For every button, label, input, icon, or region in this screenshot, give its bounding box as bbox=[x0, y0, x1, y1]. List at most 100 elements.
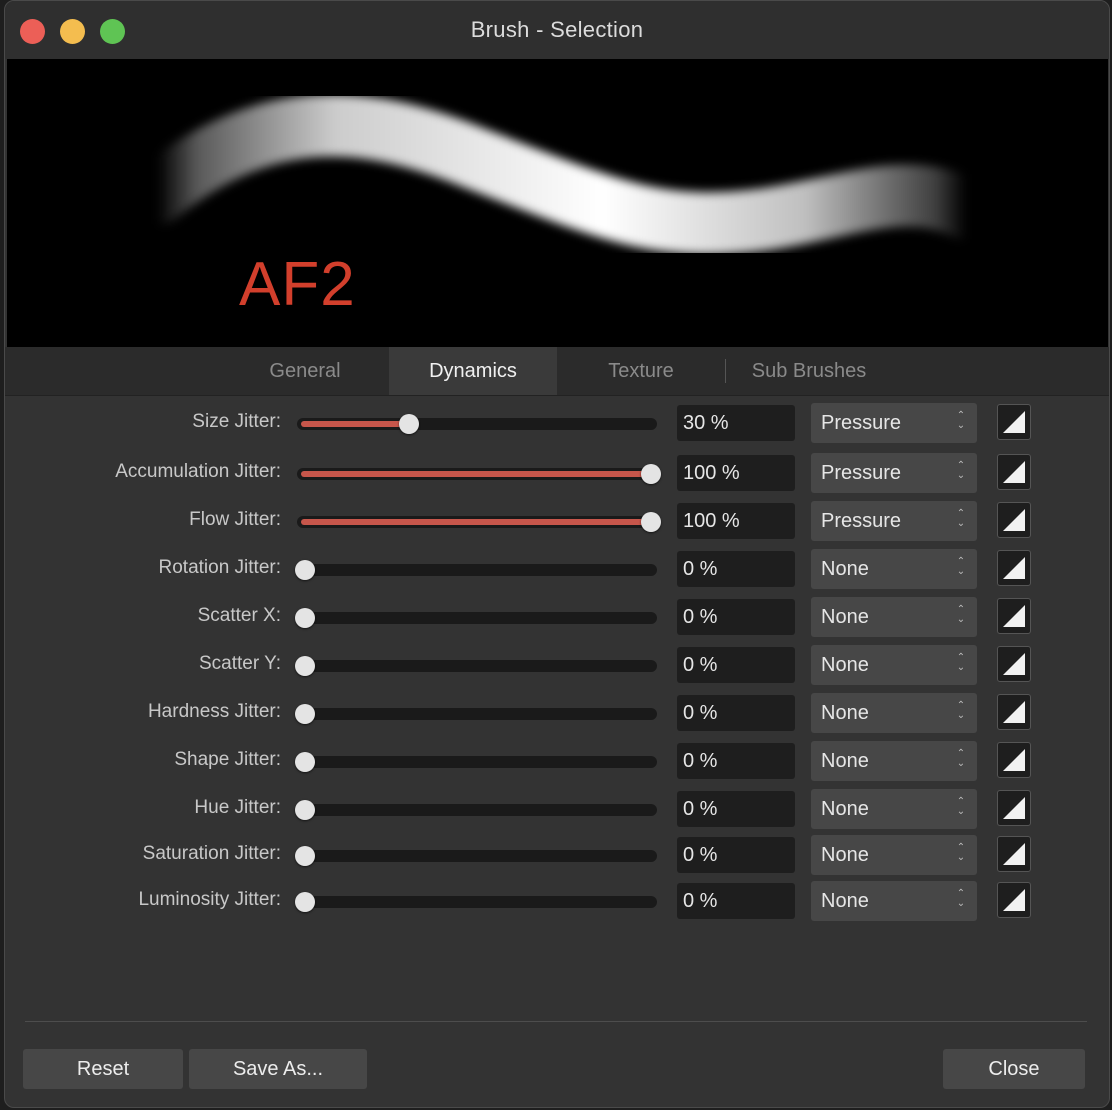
parameter-slider[interactable] bbox=[297, 512, 661, 532]
controller-select[interactable]: None ⌃ ⌄ bbox=[811, 597, 977, 637]
parameter-row: Rotation Jitter: 0 % None ⌃ ⌄ bbox=[5, 549, 1109, 589]
reset-button[interactable]: Reset bbox=[23, 1049, 183, 1089]
slider-track bbox=[297, 708, 657, 720]
slider-knob[interactable] bbox=[295, 846, 315, 866]
parameter-slider[interactable] bbox=[295, 608, 657, 628]
parameter-value-field[interactable]: 0 % bbox=[677, 551, 795, 587]
curve-editor-button[interactable] bbox=[997, 404, 1031, 440]
parameter-value-field[interactable]: 0 % bbox=[677, 695, 795, 731]
parameter-label: Accumulation Jitter: bbox=[115, 461, 281, 482]
curve-editor-button[interactable] bbox=[997, 742, 1031, 778]
parameter-slider[interactable] bbox=[295, 752, 657, 772]
parameter-value-field[interactable]: 100 % bbox=[677, 455, 795, 491]
tab-general[interactable]: General bbox=[221, 347, 389, 395]
controller-select[interactable]: None ⌃ ⌄ bbox=[811, 881, 977, 921]
parameter-row: Shape Jitter: 0 % None ⌃ ⌄ bbox=[5, 741, 1109, 781]
parameter-label: Saturation Jitter: bbox=[142, 843, 281, 864]
slider-track bbox=[297, 850, 657, 862]
chevron-updown-icon: ⌃ ⌄ bbox=[956, 652, 966, 673]
slider-track bbox=[297, 896, 657, 908]
parameter-value-field[interactable]: 100 % bbox=[677, 503, 795, 539]
parameter-label: Scatter Y: bbox=[198, 653, 281, 674]
curve-editor-button[interactable] bbox=[997, 454, 1031, 490]
parameter-row: Luminosity Jitter: 0 % None ⌃ ⌄ bbox=[5, 881, 1109, 921]
parameter-value-field[interactable]: 0 % bbox=[677, 599, 795, 635]
parameter-slider[interactable] bbox=[295, 846, 657, 866]
curve-editor-button[interactable] bbox=[997, 694, 1031, 730]
window-title: Brush - Selection bbox=[470, 17, 644, 42]
chevron-updown-icon: ⌃ ⌄ bbox=[956, 556, 966, 577]
parameter-value-field[interactable]: 30 % bbox=[677, 405, 795, 441]
curve-icon bbox=[1003, 701, 1025, 723]
slider-knob[interactable] bbox=[295, 608, 315, 628]
controller-value: None bbox=[821, 890, 869, 912]
parameter-row: Hue Jitter: 0 % None ⌃ ⌄ bbox=[5, 789, 1109, 829]
parameter-slider[interactable] bbox=[295, 560, 657, 580]
tab-dynamics[interactable]: Dynamics bbox=[389, 347, 557, 395]
parameter-row: Size Jitter: 30 % Pressure ⌃ ⌄ bbox=[5, 403, 1109, 443]
controller-select[interactable]: None ⌃ ⌄ bbox=[811, 741, 977, 781]
tab-sub-brushes[interactable]: Sub Brushes bbox=[726, 347, 892, 395]
parameter-slider[interactable] bbox=[297, 414, 657, 434]
chevron-updown-icon: ⌃ ⌄ bbox=[956, 508, 966, 529]
slider-knob[interactable] bbox=[295, 800, 315, 820]
curve-editor-button[interactable] bbox=[997, 598, 1031, 634]
slider-knob[interactable] bbox=[295, 560, 315, 580]
curve-editor-button[interactable] bbox=[997, 646, 1031, 682]
curve-editor-button[interactable] bbox=[997, 790, 1031, 826]
tab-texture[interactable]: Texture bbox=[557, 347, 725, 395]
parameter-slider[interactable] bbox=[295, 656, 657, 676]
parameter-row: Accumulation Jitter: 100 % Pressure ⌃ ⌄ bbox=[5, 453, 1109, 493]
chevron-updown-icon: ⌃ ⌄ bbox=[956, 460, 966, 481]
parameter-row: Saturation Jitter: 0 % None ⌃ ⌄ bbox=[5, 835, 1109, 875]
title-bar: Brush - Selection bbox=[5, 1, 1109, 59]
curve-icon bbox=[1003, 509, 1025, 531]
controller-value: Pressure bbox=[821, 412, 902, 434]
parameter-value-field[interactable]: 0 % bbox=[677, 743, 795, 779]
curve-icon bbox=[1003, 653, 1025, 675]
parameter-row: Hardness Jitter: 0 % None ⌃ ⌄ bbox=[5, 693, 1109, 733]
chevron-updown-icon: ⌃ ⌄ bbox=[956, 842, 966, 863]
parameter-slider[interactable] bbox=[295, 704, 657, 724]
controller-select[interactable]: None ⌃ ⌄ bbox=[811, 693, 977, 733]
controller-select[interactable]: Pressure ⌃ ⌄ bbox=[811, 403, 977, 443]
parameter-value-field[interactable]: 0 % bbox=[677, 647, 795, 683]
controller-value: None bbox=[821, 844, 869, 866]
slider-knob[interactable] bbox=[641, 512, 661, 532]
curve-icon bbox=[1003, 797, 1025, 819]
curve-editor-button[interactable] bbox=[997, 882, 1031, 918]
slider-knob[interactable] bbox=[641, 464, 661, 484]
chevron-updown-icon: ⌃ ⌄ bbox=[956, 796, 966, 817]
parameter-value-field[interactable]: 0 % bbox=[677, 883, 795, 919]
save-as-button[interactable]: Save As... bbox=[189, 1049, 367, 1089]
controller-select[interactable]: None ⌃ ⌄ bbox=[811, 645, 977, 685]
close-button[interactable]: Close bbox=[943, 1049, 1085, 1089]
controller-value: Pressure bbox=[821, 510, 902, 532]
curve-editor-button[interactable] bbox=[997, 550, 1031, 586]
curve-editor-button[interactable] bbox=[997, 836, 1031, 872]
parameter-label: Size Jitter: bbox=[192, 411, 281, 432]
controller-value: None bbox=[821, 558, 869, 580]
parameter-slider[interactable] bbox=[295, 800, 657, 820]
slider-knob[interactable] bbox=[295, 752, 315, 772]
parameter-slider[interactable] bbox=[295, 892, 657, 912]
slider-knob[interactable] bbox=[295, 656, 315, 676]
controller-select[interactable]: None ⌃ ⌄ bbox=[811, 835, 977, 875]
parameter-value-field[interactable]: 0 % bbox=[677, 791, 795, 827]
slider-fill bbox=[301, 421, 407, 427]
controller-select[interactable]: Pressure ⌃ ⌄ bbox=[811, 501, 977, 541]
parameter-row: Scatter X: 0 % None ⌃ ⌄ bbox=[5, 597, 1109, 637]
slider-knob[interactable] bbox=[295, 704, 315, 724]
parameter-slider[interactable] bbox=[297, 464, 661, 484]
curve-editor-button[interactable] bbox=[997, 502, 1031, 538]
parameter-value-field[interactable]: 0 % bbox=[677, 837, 795, 873]
slider-knob[interactable] bbox=[295, 892, 315, 912]
controller-value: None bbox=[821, 702, 869, 724]
chevron-updown-icon: ⌃ ⌄ bbox=[956, 888, 966, 909]
chevron-updown-icon: ⌃ ⌄ bbox=[956, 700, 966, 721]
curve-icon bbox=[1003, 557, 1025, 579]
controller-select[interactable]: None ⌃ ⌄ bbox=[811, 789, 977, 829]
controller-select[interactable]: None ⌃ ⌄ bbox=[811, 549, 977, 589]
controller-select[interactable]: Pressure ⌃ ⌄ bbox=[811, 453, 977, 493]
slider-knob[interactable] bbox=[399, 414, 419, 434]
